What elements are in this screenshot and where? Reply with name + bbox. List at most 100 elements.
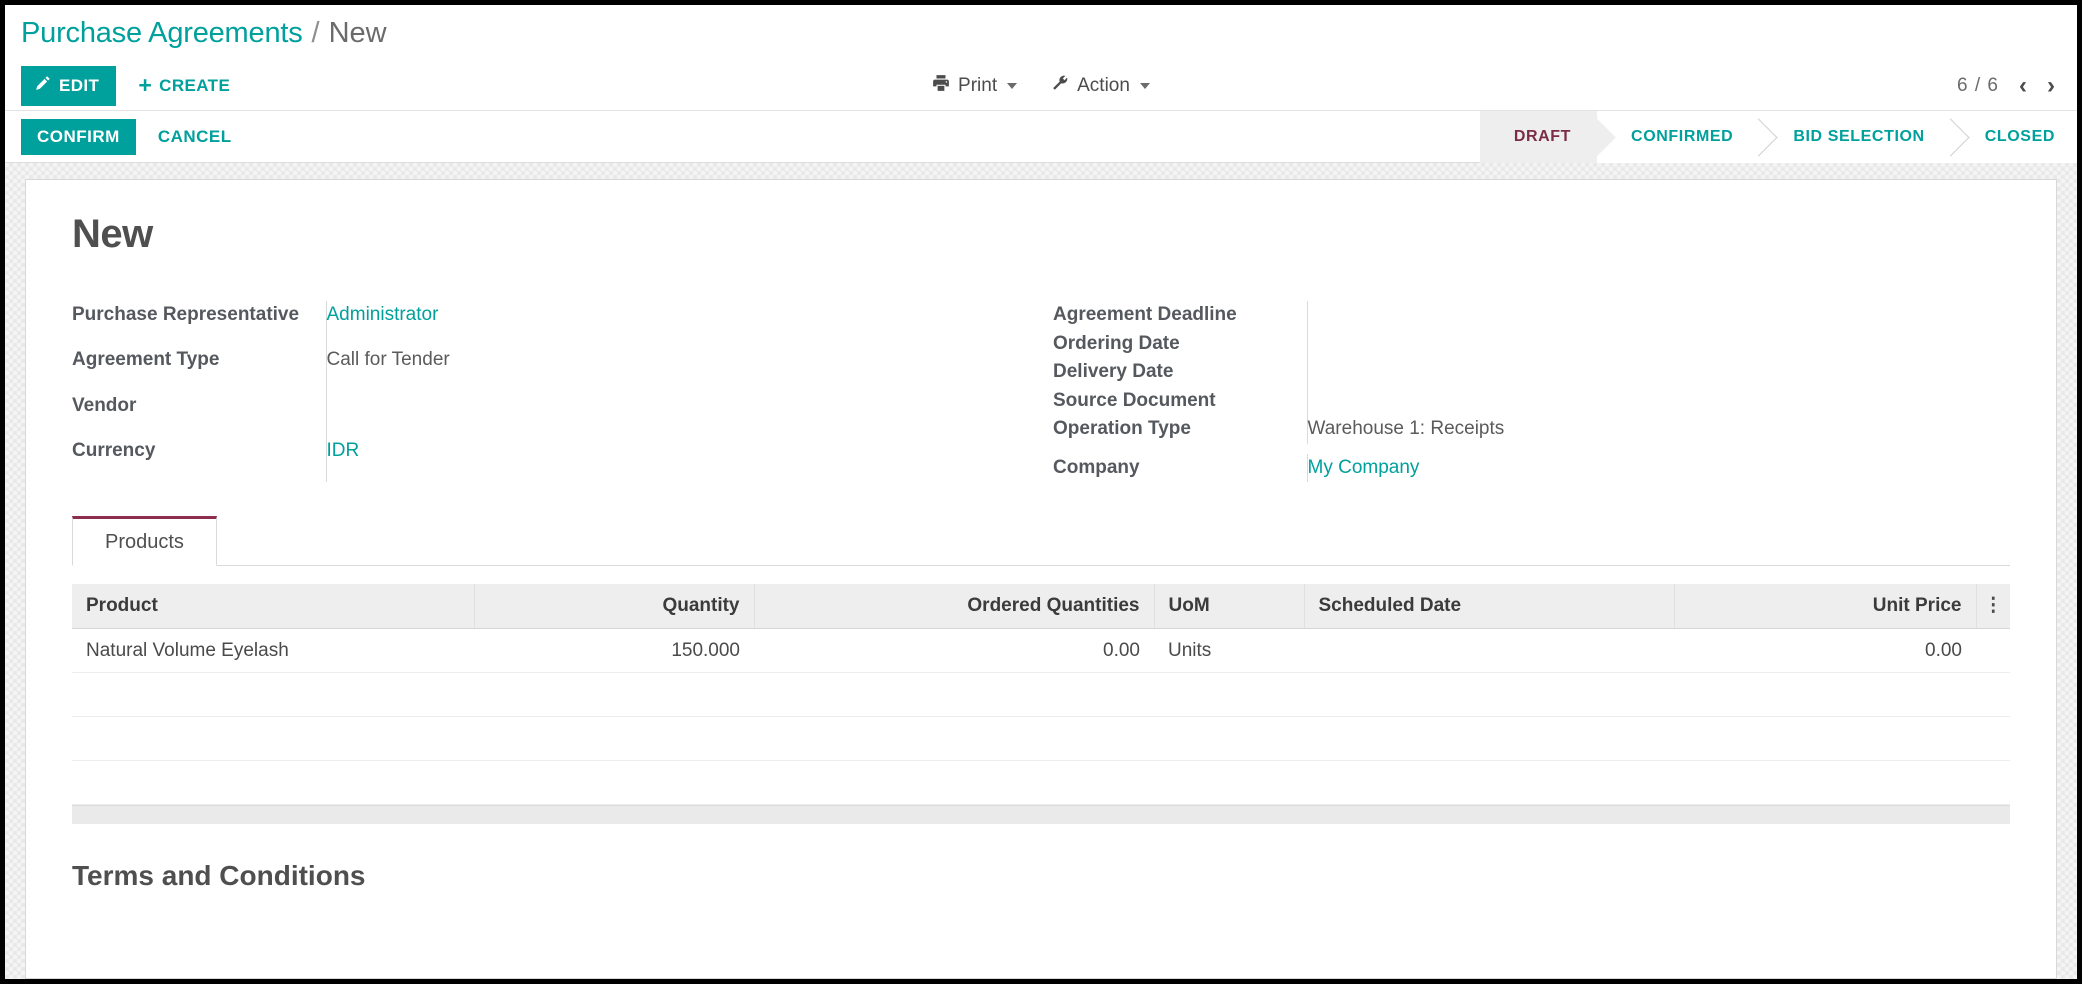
field-value-cell-vendor xyxy=(325,391,1041,437)
print-menu[interactable]: Print xyxy=(932,74,1018,98)
status-step-bid-selection[interactable]: BID SELECTION xyxy=(1759,110,1951,163)
page-title: New xyxy=(72,212,153,256)
field-value-agreement-type[interactable]: Call for Tender xyxy=(327,349,450,370)
cell-product[interactable]: Natural Volume Eyelash xyxy=(72,628,474,673)
pager: 6 / 6 ‹ › xyxy=(1957,73,2055,98)
field-label-source-document: Source Document xyxy=(1053,389,1216,411)
pager-count: 6 / 6 xyxy=(1957,74,1999,96)
cell-empty xyxy=(1304,760,1674,805)
field-value-cell-ordering-date xyxy=(1306,329,2010,359)
optional-columns-toggle[interactable]: ⋮ xyxy=(1976,584,2010,629)
confirm-button[interactable]: CONFIRM xyxy=(21,118,136,155)
field-value-delivery-date[interactable] xyxy=(1308,358,1313,387)
table-row-empty xyxy=(72,760,2010,805)
cell-empty xyxy=(754,672,1154,717)
field-value-vendor[interactable] xyxy=(327,392,332,421)
field-label-vendor: Vendor xyxy=(72,394,137,416)
column-header-product[interactable]: Product xyxy=(72,584,475,629)
column-header-ordered-quantities[interactable]: Ordered Quantities xyxy=(754,584,1155,629)
field-value-currency[interactable]: IDR xyxy=(327,440,360,461)
cell-empty xyxy=(474,760,754,805)
column-header-quantity[interactable]: Quantity xyxy=(474,584,755,629)
field-row-operation-type: Operation Type Warehouse 1: Receipts xyxy=(1053,415,2010,444)
field-value-company[interactable]: My Company xyxy=(1308,457,1420,478)
field-value-operation-type[interactable]: Warehouse 1: Receipts xyxy=(1308,418,1505,439)
breadcrumb: Purchase Agreements / New xyxy=(5,5,2077,61)
pencil-icon xyxy=(34,75,51,97)
pager-previous-button[interactable]: ‹ xyxy=(2019,73,2027,98)
pager-next-button[interactable]: › xyxy=(2047,73,2055,98)
cell-empty xyxy=(474,672,754,717)
field-row-agreement-deadline: Agreement Deadline xyxy=(1053,301,2010,330)
column-header-scheduled-date[interactable]: Scheduled Date xyxy=(1304,584,1675,629)
cell-empty xyxy=(1154,672,1304,717)
field-row-ordering-date: Ordering Date xyxy=(1053,329,2010,359)
cell-unit-price[interactable]: 0.00 xyxy=(1674,628,1976,673)
odoo-form-view-screenshot: Purchase Agreements / New EDIT + CREATE … xyxy=(0,0,2082,984)
status-step-draft[interactable]: DRAFT xyxy=(1479,110,1598,163)
field-value-source-document[interactable] xyxy=(1308,387,1313,416)
column-header-unit-price[interactable]: Unit Price xyxy=(1674,584,1977,629)
status-step-closed[interactable]: CLOSED xyxy=(1950,110,2077,163)
cell-scheduled-date[interactable] xyxy=(1304,628,1674,673)
field-row-purchase-representative: Purchase Representative Administrator xyxy=(72,301,1041,347)
notebook-tabs: Products xyxy=(72,516,2010,566)
cell-uom[interactable]: Units xyxy=(1154,628,1304,673)
action-menu-label: Action xyxy=(1077,74,1130,96)
field-label-agreement-type: Agreement Type xyxy=(72,349,220,371)
field-group-left: Purchase Representative Administrator Ag… xyxy=(72,301,1041,482)
vertical-dots-icon: ⋮ xyxy=(1983,595,2003,616)
field-row-agreement-type: Agreement Type Call for Tender xyxy=(72,346,1041,392)
cell-empty xyxy=(1976,716,2010,761)
column-header-uom[interactable]: UoM xyxy=(1154,584,1305,629)
field-value-cell-company: My Company xyxy=(1306,453,2010,482)
create-button[interactable]: + CREATE xyxy=(138,72,230,99)
products-table-footer xyxy=(72,805,2010,824)
table-row-empty xyxy=(72,672,2010,717)
edit-button[interactable]: EDIT xyxy=(21,65,117,106)
field-label-delivery-date: Delivery Date xyxy=(1053,361,1174,382)
status-step-confirmed[interactable]: CONFIRMED xyxy=(1597,110,1760,163)
field-value-purchase-representative[interactable]: Administrator xyxy=(327,304,439,325)
field-value-ordering-date[interactable] xyxy=(1308,330,1313,359)
chevron-down-icon xyxy=(1139,82,1150,89)
cell-empty xyxy=(1154,760,1304,805)
cell-spacer xyxy=(1976,628,2010,673)
products-table: Product Quantity Ordered Quantities UoM … xyxy=(72,584,2010,805)
table-row[interactable]: Natural Volume Eyelash 150.000 0.00 Unit… xyxy=(72,628,2010,673)
cell-quantity[interactable]: 150.000 xyxy=(474,628,754,673)
statusbar-steps: DRAFT CONFIRMED BID SELECTION CLOSED xyxy=(1479,110,2077,163)
cell-empty xyxy=(1154,716,1304,761)
field-value-cell-delivery-date xyxy=(1306,358,2010,387)
breadcrumb-root-link[interactable]: Purchase Agreements xyxy=(21,17,303,50)
field-row-vendor: Vendor xyxy=(72,391,1041,437)
cell-empty xyxy=(1976,760,2010,805)
cell-empty xyxy=(72,760,474,805)
field-label-agreement-deadline: Agreement Deadline xyxy=(1053,304,1237,325)
field-groups: Purchase Representative Administrator Ag… xyxy=(72,301,2010,482)
field-value-cell-purchase-representative: Administrator xyxy=(325,301,1041,347)
tab-products[interactable]: Products xyxy=(72,516,217,566)
field-value-agreement-deadline[interactable] xyxy=(1308,301,1313,330)
terms-and-conditions-title: Terms and Conditions xyxy=(72,860,366,891)
cell-empty xyxy=(1304,672,1674,717)
plus-icon: + xyxy=(138,72,153,99)
form-sheet: New Purchase Representative Administrato… xyxy=(25,179,2057,979)
cell-empty xyxy=(1674,672,1976,717)
printer-icon xyxy=(932,74,950,98)
field-row-spacer xyxy=(1053,444,2010,454)
notebook: Products Product Quantity Ordered Quanti… xyxy=(72,516,2010,824)
field-label-currency: Currency xyxy=(72,439,156,461)
action-menu[interactable]: Action xyxy=(1051,74,1150,98)
chevron-down-icon xyxy=(1007,82,1018,89)
field-row-company: Company My Company xyxy=(1053,453,2010,482)
form-background: New Purchase Representative Administrato… xyxy=(5,163,2077,979)
edit-button-label: EDIT xyxy=(59,75,100,95)
field-value-cell-agreement-type: Call for Tender xyxy=(325,346,1041,392)
cell-ordered-quantities[interactable]: 0.00 xyxy=(754,628,1154,673)
products-table-header-row: Product Quantity Ordered Quantities UoM … xyxy=(72,584,2010,629)
cell-empty xyxy=(72,672,474,717)
statusbar: CONFIRM CANCEL DRAFT CONFIRMED BID SELEC… xyxy=(5,110,2077,163)
cancel-button[interactable]: CANCEL xyxy=(158,127,232,147)
field-row-delivery-date: Delivery Date xyxy=(1053,358,2010,387)
